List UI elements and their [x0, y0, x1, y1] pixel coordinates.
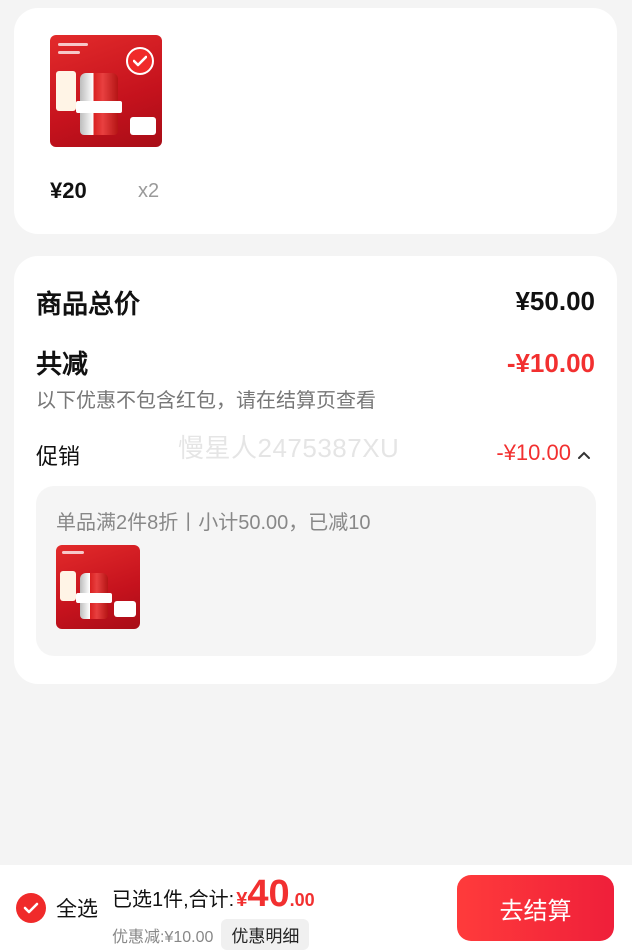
checkout-button[interactable]: 去结算 [457, 875, 614, 941]
select-all-check-icon[interactable] [16, 893, 46, 923]
promotion-label: 促销 [36, 444, 81, 469]
checkout-bar: 全选 已选1件,合计: ¥ 40 .00 优惠减:¥10.00 优惠明细 去结算 [0, 865, 632, 952]
discount-amount-text: 优惠减:¥10.00 [112, 928, 214, 946]
total-reduction-value: -¥10.00 [506, 348, 595, 378]
promo-badge-graphic [60, 571, 76, 601]
price-summary-card: 商品总价 ¥50.00 共减 -¥10.00 以下优惠不包含红包，请在结算页查看… [14, 256, 617, 684]
discount-line: 优惠减:¥10.00 优惠明细 [112, 919, 310, 950]
brand-text-mark [58, 51, 80, 54]
select-all-toggle[interactable]: 全选 [16, 893, 98, 923]
can-label-band [76, 101, 122, 113]
cart-item-card: ¥20 x2 [14, 8, 617, 234]
promotion-product-image[interactable] [56, 545, 140, 629]
product-image[interactable] [50, 35, 162, 147]
selected-count-text: 已选1件,合计: [112, 889, 235, 911]
promotion-value: -¥10.00 [496, 440, 571, 465]
total-price-value: ¥50.00 [515, 286, 595, 316]
select-all-label: 全选 [56, 898, 98, 921]
selected-check-icon[interactable] [126, 47, 154, 75]
total-price-label: 商品总价 [36, 289, 141, 319]
promotion-description: 单品满2件8折丨小计50.00，已减10 [56, 512, 371, 534]
currency-symbol: ¥ [236, 889, 248, 911]
brand-logo-mark [62, 551, 84, 554]
selected-total: 已选1件,合计: ¥ 40 .00 [112, 875, 315, 913]
can-label-band [76, 593, 112, 603]
total-amount-integer: 40 [247, 873, 290, 915]
discount-detail-button[interactable]: 优惠明细 [221, 919, 310, 950]
total-reduction-label: 共减 [36, 349, 89, 379]
pack-graphic [114, 601, 136, 617]
discount-note: 以下优惠不包含红包，请在结算页查看 [36, 390, 376, 412]
item-price: ¥20 [50, 178, 87, 203]
promo-badge-graphic [56, 71, 76, 111]
pack-graphic [130, 117, 156, 135]
total-amount-decimal: .00 [289, 890, 315, 910]
brand-logo-mark [58, 43, 88, 46]
promotion-toggle[interactable]: -¥10.00 [496, 440, 591, 466]
watermark-text: 慢星人2475387XU [178, 433, 400, 463]
chevron-up-icon [577, 440, 591, 466]
item-quantity[interactable]: x2 [138, 180, 159, 203]
